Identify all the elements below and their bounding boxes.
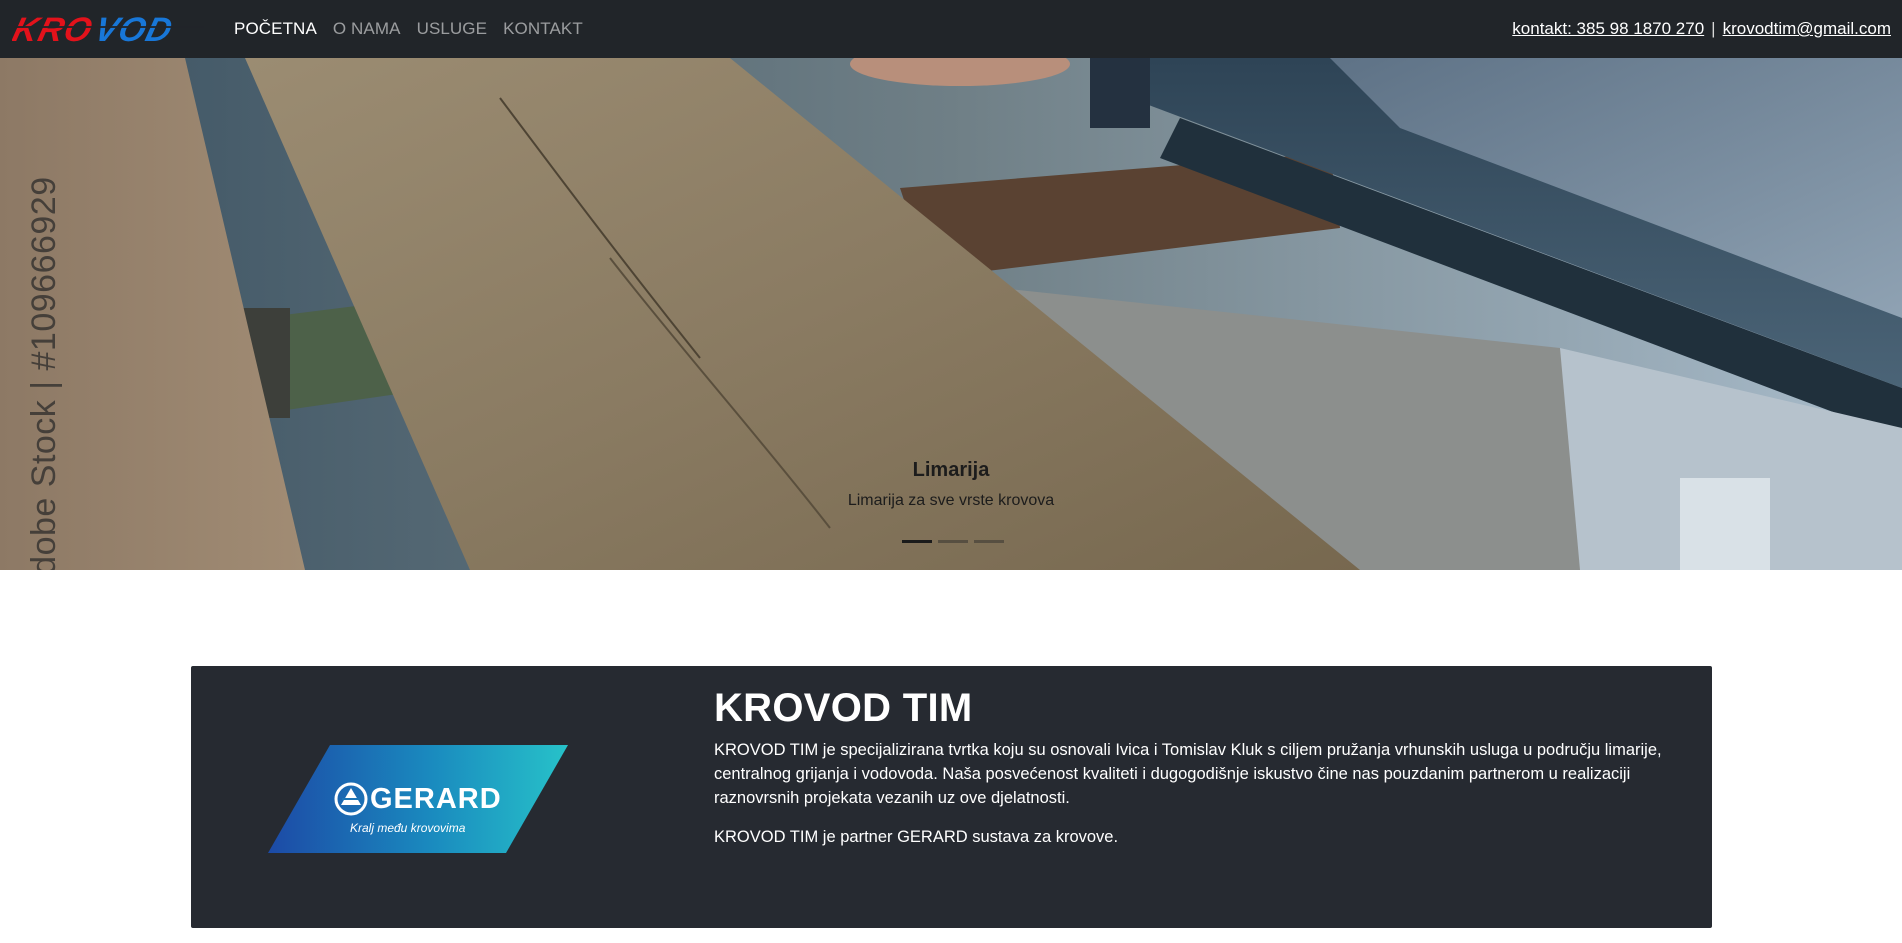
svg-text:KRO: KRO	[12, 12, 97, 46]
contact-separator: |	[1711, 19, 1716, 38]
carousel-indicator-3[interactable]	[974, 540, 1004, 543]
krovod-logo[interactable]: KRO VOD	[12, 12, 210, 46]
hero-carousel[interactable]: Adobe Stock | #109666929 Limarija Limari…	[0, 58, 1902, 570]
svg-text:Kralj među krovovima: Kralj među krovovima	[350, 821, 466, 835]
phone-link[interactable]: kontakt: 385 98 1870 270	[1512, 19, 1704, 39]
stock-watermark: Adobe Stock | #109666929	[25, 176, 63, 570]
gerard-partner-logo: GERARD Kralj među krovovima	[268, 745, 568, 853]
about-partner-text: KROVOD TIM je partner GERARD sustava za …	[714, 828, 1119, 846]
slide-caption-title: Limarija	[912, 459, 990, 481]
main-navigation: POČETNA O NAMA USLUGE KONTAKT	[234, 0, 583, 58]
nav-link-usluge[interactable]: USLUGE	[417, 19, 488, 39]
email-link[interactable]: krovodtim@gmail.com	[1723, 19, 1891, 39]
carousel-indicators	[902, 540, 1004, 543]
carousel-indicator-1[interactable]	[902, 540, 932, 543]
about-section: GERARD Kralj među krovovima KROVOD TIM K…	[191, 666, 1712, 928]
svg-text:GERARD: GERARD	[370, 783, 502, 815]
nav-link-pocetna[interactable]: POČETNA	[234, 19, 317, 39]
nav-link-o-nama[interactable]: O NAMA	[333, 19, 401, 39]
carousel-indicator-2[interactable]	[938, 540, 968, 543]
about-description: KROVOD TIM je specijalizirana tvrtka koj…	[714, 741, 1662, 807]
nav-link-kontakt[interactable]: KONTAKT	[503, 19, 583, 39]
navbar: KRO VOD POČETNA O NAMA USLUGE KONTAKT ko…	[0, 0, 1902, 58]
about-title: KROVOD TIM	[714, 686, 973, 730]
slide-caption-text: Limarija za sve vrste krovova	[847, 492, 1055, 509]
contact-info: kontakt: 385 98 1870 270 | krovodtim@gma…	[1512, 0, 1891, 58]
svg-text:VOD: VOD	[91, 12, 177, 46]
